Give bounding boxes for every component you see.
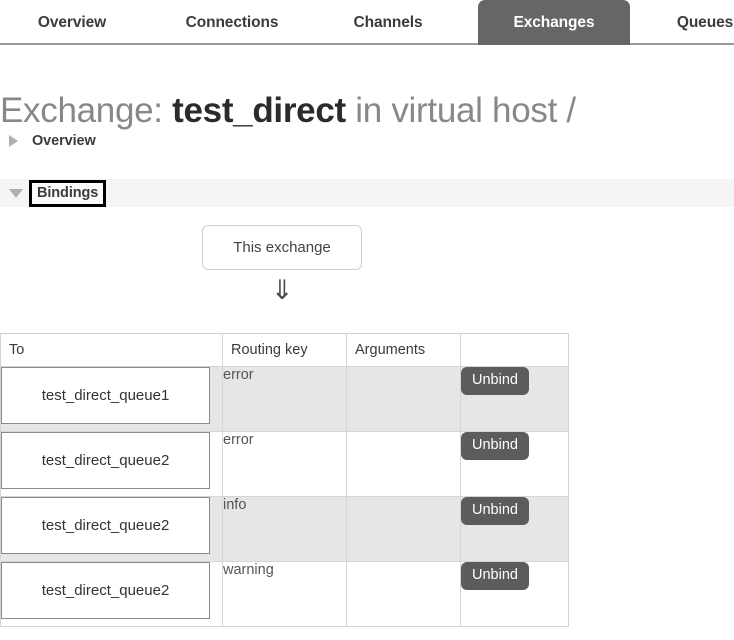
bindings-table: To Routing key Arguments test_direct_que… — [0, 333, 569, 627]
tab-exchanges[interactable]: Exchanges — [478, 0, 630, 45]
column-header-arguments: Arguments — [346, 333, 461, 367]
section-header-bindings[interactable]: Bindings — [0, 179, 734, 207]
cell-arguments — [346, 366, 461, 432]
queue-link[interactable]: test_direct_queue1 — [1, 367, 210, 424]
table-row: test_direct_queue1 error Unbind — [0, 366, 569, 432]
bindings-table-body: test_direct_queue1 error Unbind test_dir… — [0, 366, 569, 627]
cell-actions: Unbind — [460, 496, 569, 562]
table-header-row: To Routing key Arguments — [0, 333, 569, 367]
cell-to: test_direct_queue2 — [0, 561, 223, 627]
column-header-actions — [460, 333, 569, 367]
double-down-arrow-icon: ⇓ — [270, 275, 294, 306]
unbind-button[interactable]: Unbind — [461, 367, 529, 395]
cell-routing-key: warning — [222, 561, 347, 627]
tab-overview[interactable]: Overview — [14, 0, 130, 45]
cell-arguments — [346, 561, 461, 627]
cell-routing-key: error — [222, 431, 347, 497]
column-header-to: To — [0, 333, 223, 367]
tab-queues[interactable]: Queues — [650, 0, 734, 45]
table-row: test_direct_queue2 error Unbind — [0, 431, 569, 497]
cell-actions: Unbind — [460, 366, 569, 432]
unbind-button[interactable]: Unbind — [461, 432, 529, 460]
tab-exchanges-link[interactable]: Exchanges — [514, 14, 595, 32]
tab-queues-link[interactable]: Queues — [677, 14, 733, 32]
queue-link[interactable]: test_direct_queue2 — [1, 432, 210, 489]
table-row: test_direct_queue2 info Unbind — [0, 496, 569, 562]
cell-routing-key: error — [222, 366, 347, 432]
section-label-overview[interactable]: Overview — [27, 131, 101, 152]
page-title-suffix: in virtual host / — [355, 91, 576, 131]
column-header-routing-key: Routing key — [222, 333, 347, 367]
cell-to: test_direct_queue1 — [0, 366, 223, 432]
queue-link[interactable]: test_direct_queue2 — [1, 562, 210, 619]
page-title-prefix: Exchange: — [0, 91, 163, 131]
cell-actions: Unbind — [460, 561, 569, 627]
tab-connections-link[interactable]: Connections — [186, 14, 279, 32]
queue-link[interactable]: test_direct_queue2 — [1, 497, 210, 554]
table-row: test_direct_queue2 warning Unbind — [0, 561, 569, 627]
triangle-right-icon — [9, 135, 18, 147]
this-exchange-node-label: This exchange — [233, 239, 331, 256]
cell-arguments — [346, 496, 461, 562]
tab-connections[interactable]: Connections — [158, 0, 306, 45]
section-header-overview[interactable]: Overview — [0, 127, 734, 155]
section-label-bindings[interactable]: Bindings — [28, 179, 107, 207]
triangle-down-icon — [9, 188, 23, 198]
nav-tab-list: Overview Connections Channels Exchanges … — [0, 0, 734, 45]
main-navigation: Overview Connections Channels Exchanges … — [0, 0, 734, 45]
tab-channels-link[interactable]: Channels — [354, 14, 423, 32]
unbind-button[interactable]: Unbind — [461, 562, 529, 590]
cell-routing-key: info — [222, 496, 347, 562]
bindings-table-head: To Routing key Arguments — [0, 333, 569, 367]
cell-to: test_direct_queue2 — [0, 496, 223, 562]
cell-arguments — [346, 431, 461, 497]
cell-to: test_direct_queue2 — [0, 431, 223, 497]
cell-actions: Unbind — [460, 431, 569, 497]
unbind-button[interactable]: Unbind — [461, 497, 529, 525]
page-title-exchange-name: test_direct — [172, 91, 346, 131]
tab-channels[interactable]: Channels — [334, 0, 442, 45]
this-exchange-node: This exchange — [202, 225, 362, 270]
tab-overview-link[interactable]: Overview — [38, 14, 106, 32]
